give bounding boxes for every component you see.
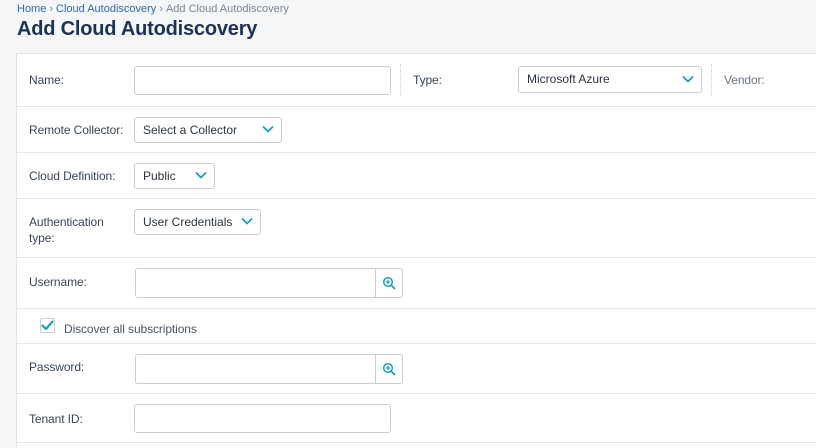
- remote-collector-select-value: Select a Collector: [143, 123, 238, 137]
- authentication-type-select[interactable]: User Credentials: [134, 209, 261, 235]
- breadcrumb-cloud-autodiscovery-link[interactable]: Cloud Autodiscovery: [56, 3, 156, 15]
- chevron-down-icon: [262, 126, 274, 133]
- username-input[interactable]: [136, 269, 375, 297]
- username-lookup-button[interactable]: [375, 269, 402, 297]
- type-select-value: Microsoft Azure: [527, 72, 610, 86]
- form-row-name: Name: Type: Microsoft Azure Vendor:: [17, 54, 816, 107]
- password-lookup-button[interactable]: [375, 355, 402, 383]
- zoom-in-icon: [382, 362, 396, 376]
- chevron-down-icon: [682, 76, 694, 83]
- discover-all-checkbox[interactable]: [40, 318, 55, 333]
- authentication-type-label-line2: type:: [29, 231, 55, 245]
- name-input[interactable]: [134, 66, 391, 95]
- name-label: Name:: [29, 73, 64, 87]
- form-row-username: Username:: [17, 258, 816, 309]
- password-field: [135, 354, 403, 384]
- username-label: Username:: [29, 275, 87, 289]
- breadcrumb-separator: ›: [159, 3, 163, 15]
- tenant-id-input[interactable]: [134, 404, 391, 433]
- breadcrumb-current: Add Cloud Autodiscovery: [165, 3, 289, 15]
- check-icon: [41, 320, 54, 331]
- chevron-down-icon: [241, 218, 253, 225]
- form-panel: Name: Type: Microsoft Azure Vendor: Remo…: [16, 53, 816, 448]
- authentication-type-select-value: User Credentials: [143, 215, 233, 229]
- cloud-definition-select-value: Public: [143, 169, 176, 183]
- form-row-authentication-type: Authentication type: User Credentials: [17, 199, 816, 258]
- password-input[interactable]: [136, 355, 375, 383]
- password-label: Password:: [29, 360, 85, 374]
- remote-collector-select[interactable]: Select a Collector: [134, 117, 282, 143]
- remote-collector-label: Remote Collector:: [29, 123, 124, 137]
- tenant-id-label: Tenant ID:: [29, 412, 83, 426]
- authentication-type-label: Authentication type:: [29, 214, 104, 246]
- cloud-definition-label: Cloud Definition:: [29, 169, 116, 183]
- form-row-remote-collector: Remote Collector: Select a Collector: [17, 107, 816, 153]
- breadcrumb: Home › Cloud Autodiscovery › Add Cloud Autod…: [17, 3, 289, 15]
- type-label: Type:: [413, 73, 442, 87]
- form-row-discover-all: Discover all subscriptions: [17, 309, 816, 344]
- form-row-cloud-definition: Cloud Definition: Public: [17, 153, 816, 199]
- chevron-down-icon: [195, 172, 207, 179]
- field-divider: [711, 64, 712, 96]
- breadcrumb-separator: ›: [49, 3, 54, 15]
- breadcrumb-home-link[interactable]: Home: [17, 3, 46, 15]
- vendor-label: Vendor:: [724, 73, 765, 87]
- form-row-tenant-id: Tenant ID:: [17, 394, 816, 443]
- zoom-in-icon: [382, 276, 396, 290]
- page-title: Add Cloud Autodiscovery: [17, 18, 258, 40]
- form-row-password: Password:: [17, 344, 816, 394]
- cloud-definition-select[interactable]: Public: [134, 163, 215, 189]
- type-select[interactable]: Microsoft Azure: [518, 66, 702, 93]
- discover-all-label[interactable]: Discover all subscriptions: [64, 321, 197, 337]
- authentication-type-label-line1: Authentication: [29, 215, 104, 229]
- field-divider: [400, 64, 401, 96]
- username-field: [135, 268, 403, 298]
